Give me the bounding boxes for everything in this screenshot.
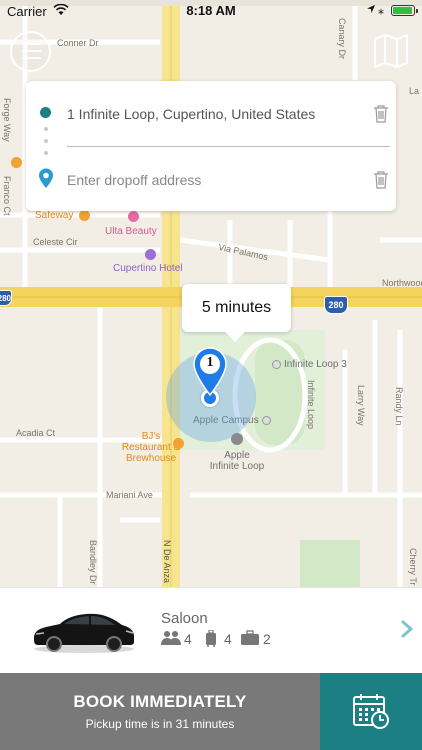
- status-bar: Carrier 8:18 AM ⁎: [0, 0, 422, 22]
- book-button-subtitle: Pickup time is in 31 minutes: [85, 717, 235, 731]
- highway-shield: 280: [0, 290, 12, 306]
- building-icon: [272, 359, 281, 369]
- address-card: 1 Infinite Loop, Cupertino, United State…: [26, 81, 396, 211]
- book-immediately-button[interactable]: BOOK IMMEDIATELY Pickup time is in 31 mi…: [0, 673, 320, 750]
- street-label: Celeste Cir: [33, 237, 78, 247]
- luggage-count: 4: [224, 631, 232, 647]
- hotel-icon: [145, 249, 156, 260]
- vehicle-selector[interactable]: Saloon 4 4 2: [0, 587, 422, 673]
- bag-count: 2: [263, 631, 271, 647]
- street-label: N De Anza: [162, 540, 172, 584]
- pickup-marker[interactable]: 1: [192, 347, 228, 397]
- menu-button[interactable]: [10, 31, 51, 72]
- street-label: Cherry Tr: [408, 548, 418, 586]
- street-label: Canary Dr: [337, 18, 347, 60]
- people-icon: [161, 631, 181, 645]
- building-icon: [261, 415, 271, 425]
- street-label: Franco Ct: [2, 176, 12, 216]
- suitcase-icon: [206, 630, 216, 647]
- pickup-marker-number: 1: [206, 355, 214, 370]
- poi-apple-infinite-loop[interactable]: Apple Infinite Loop: [207, 450, 267, 472]
- pink-poi-icon: [128, 211, 139, 222]
- trash-icon[interactable]: [372, 170, 390, 190]
- battery-icon: [391, 5, 418, 16]
- pickup-address-field[interactable]: 1 Infinite Loop, Cupertino, United State…: [67, 106, 315, 122]
- poi-ulta-beauty[interactable]: Ulta Beauty: [105, 226, 157, 237]
- street-label: Infinite Loop: [306, 380, 316, 430]
- restaurant-icon: [173, 438, 184, 449]
- bluetooth-icon: ⁎: [378, 3, 384, 17]
- street-label: Randy Ln: [394, 387, 404, 426]
- route-dot: [43, 127, 48, 131]
- dropoff-address-input[interactable]: Enter dropoff address: [67, 172, 201, 188]
- street-label: La: [409, 86, 420, 96]
- street-label: Acadia Ct: [16, 428, 56, 438]
- orange-poi-icon: [11, 157, 22, 168]
- trash-icon[interactable]: [372, 104, 390, 124]
- chevron-right-icon[interactable]: [400, 620, 414, 638]
- divider: [67, 146, 390, 147]
- car-image: [34, 613, 134, 653]
- pickup-dot-icon: [40, 107, 51, 118]
- shopping-icon: [79, 210, 91, 221]
- poi-infinite-loop-3[interactable]: Infinite Loop 3: [272, 359, 347, 370]
- poi-safeway[interactable]: Safeway: [35, 210, 91, 221]
- clock: 8:18 AM: [186, 3, 236, 18]
- location-pin-icon: [39, 168, 53, 188]
- location-services-icon: [367, 5, 375, 13]
- book-button-title: BOOK IMMEDIATELY: [73, 692, 247, 711]
- vehicle-name: Saloon: [161, 610, 208, 627]
- route-dot: [43, 151, 48, 155]
- street-label: Larry Way: [356, 385, 366, 426]
- briefcase-icon: [241, 630, 259, 645]
- street-label: Forge Way: [2, 98, 12, 142]
- highway-shield: 280: [324, 296, 348, 314]
- street-label: Northwood: [382, 278, 422, 288]
- street-label: Conner Dr: [57, 38, 99, 48]
- street-label: Mariani Ave: [106, 490, 153, 500]
- folded-map-icon: [374, 34, 408, 68]
- calendar-clock-icon: [353, 694, 389, 729]
- map-view-button[interactable]: [372, 33, 410, 69]
- route-dot: [43, 139, 48, 143]
- eta-callout: 5 minutes: [182, 284, 291, 342]
- passenger-count: 4: [184, 631, 192, 647]
- poi-cupertino-hotel[interactable]: Cupertino Hotel: [113, 263, 182, 274]
- schedule-ride-button[interactable]: [320, 673, 422, 750]
- street-label: Bandley Dr: [88, 540, 98, 585]
